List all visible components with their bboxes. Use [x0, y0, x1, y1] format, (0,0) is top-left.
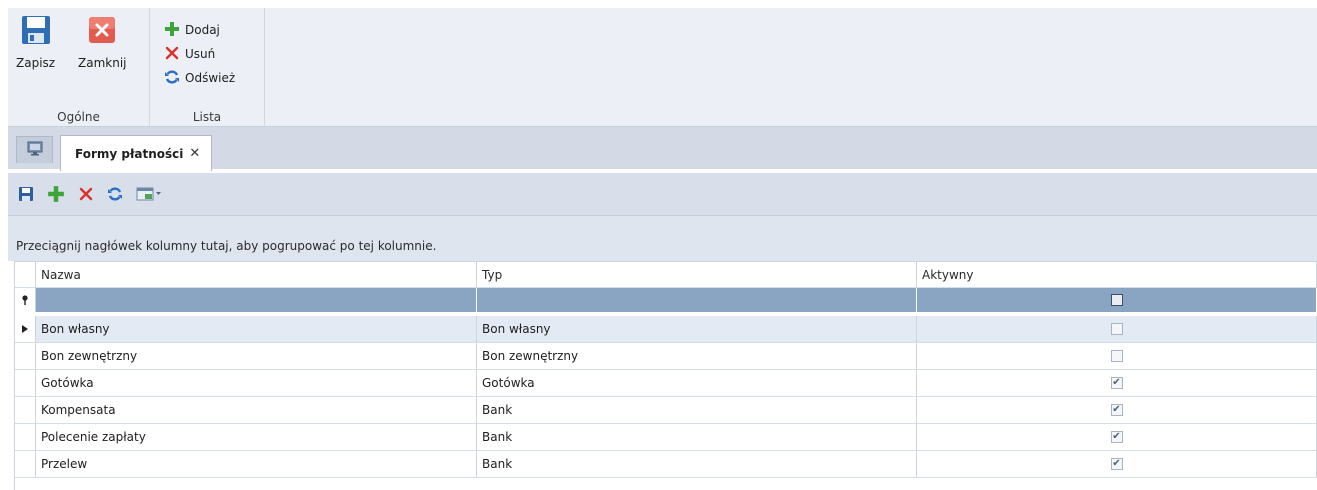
ribbon-group-general: Zapisz Zamknij Ogólne	[8, 8, 149, 127]
tab-home[interactable]	[16, 136, 53, 163]
table-row[interactable]: Przelew Bank	[15, 451, 1317, 478]
cell-typ[interactable]: Bank	[477, 451, 917, 477]
row-pointer-icon	[22, 325, 28, 333]
ribbon-separator	[264, 8, 265, 127]
save-icon[interactable]	[18, 186, 34, 202]
add-icon[interactable]	[47, 185, 65, 203]
cell-typ[interactable]: Bon własny	[477, 316, 917, 342]
ribbon-group-list: Dodaj Usuń Odśwież Lista	[150, 8, 264, 127]
delete-icon[interactable]	[78, 186, 94, 202]
grid-filter-row	[15, 288, 1317, 316]
close-icon	[86, 14, 118, 49]
group-by-panel[interactable]: Przeciągnij nagłówek kolumny tutaj, aby …	[8, 215, 1317, 261]
column-header-nazwa[interactable]: Nazwa	[36, 262, 477, 287]
add-button[interactable]: Dodaj	[164, 20, 220, 40]
cell-nazwa[interactable]: Polecenie zapłaty	[36, 424, 477, 450]
delete-button[interactable]: Usuń	[164, 44, 215, 64]
active-checkbox[interactable]	[1110, 458, 1123, 470]
grid-toolbar	[8, 173, 1317, 215]
cell-nazwa[interactable]: Gotówka	[36, 370, 477, 396]
cell-typ[interactable]: Bank	[477, 424, 917, 450]
grid-body: Bon własny Bon własny Bon zewnętrzny Bon ze…	[15, 316, 1317, 478]
cell-aktywny[interactable]	[917, 451, 1317, 477]
active-checkbox[interactable]	[1110, 377, 1123, 389]
cell-aktywny[interactable]	[917, 424, 1317, 450]
row-indicator[interactable]	[15, 316, 36, 342]
tab-label: Formy płatności	[75, 146, 184, 161]
column-header-typ[interactable]: Typ	[477, 262, 917, 287]
grid-header-row: Nazwa Typ Aktywny	[15, 261, 1317, 288]
table-row[interactable]: Bon zewnętrzny Bon zewnętrzny	[15, 343, 1317, 370]
refresh-label: Odśwież	[185, 71, 236, 85]
table-row[interactable]: Kompensata Bank	[15, 397, 1317, 424]
table-row[interactable]: Polecenie zapłaty Bank	[15, 424, 1317, 451]
active-checkbox[interactable]	[1110, 323, 1123, 335]
delete-label: Usuń	[185, 47, 216, 61]
add-label: Dodaj	[185, 23, 220, 37]
active-checkbox[interactable]	[1110, 404, 1123, 416]
save-button[interactable]: Zapisz	[16, 14, 55, 70]
cell-typ[interactable]: Bank	[477, 397, 917, 423]
filter-nazwa[interactable]	[36, 288, 477, 312]
add-icon	[164, 21, 180, 40]
refresh-button[interactable]: Odśwież	[164, 68, 235, 88]
group-label-list: Lista	[192, 110, 222, 124]
payment-forms-grid: Nazwa Typ Aktywny Bon własny Bon własny Bo…	[15, 261, 1317, 478]
active-checkbox[interactable]	[1110, 350, 1123, 362]
tab-close-icon[interactable]: ✕	[189, 146, 200, 161]
filter-aktywny-checkbox[interactable]	[1110, 294, 1123, 306]
refresh-icon[interactable]	[107, 186, 123, 202]
row-indicator[interactable]	[15, 343, 36, 369]
tab-formy-platnosci[interactable]: Formy płatności ✕	[60, 135, 212, 171]
delete-icon	[164, 45, 180, 64]
column-header-aktywny[interactable]: Aktywny	[917, 262, 1317, 287]
row-indicator[interactable]	[15, 424, 36, 450]
cell-typ[interactable]: Gotówka	[477, 370, 917, 396]
row-indicator[interactable]	[15, 397, 36, 423]
export-icon[interactable]	[136, 186, 162, 202]
table-row[interactable]: Gotówka Gotówka	[15, 370, 1317, 397]
cell-aktywny[interactable]	[917, 370, 1317, 396]
ribbon: Zapisz Zamknij Ogólne Dodaj Usuń Odśwież…	[8, 8, 1317, 127]
save-icon	[20, 14, 52, 49]
cell-nazwa[interactable]: Bon własny	[36, 316, 477, 342]
close-label: Zamknij	[78, 56, 127, 70]
cell-nazwa[interactable]: Kompensata	[36, 397, 477, 423]
refresh-icon	[164, 69, 180, 88]
header-indicator	[15, 262, 36, 287]
cell-aktywny[interactable]	[917, 343, 1317, 369]
cell-aktywny[interactable]	[917, 397, 1317, 423]
group-by-hint: Przeciągnij nagłówek kolumny tutaj, aby …	[16, 239, 437, 253]
filter-pin-icon	[15, 288, 36, 312]
row-indicator[interactable]	[15, 451, 36, 477]
cell-typ[interactable]: Bon zewnętrzny	[477, 343, 917, 369]
close-button[interactable]: Zamknij	[78, 14, 127, 70]
cell-nazwa[interactable]: Bon zewnętrzny	[36, 343, 477, 369]
monitor-icon	[27, 141, 43, 159]
table-row[interactable]: Bon własny Bon własny	[15, 316, 1317, 343]
grid-left-border	[8, 261, 15, 490]
group-label-general: Ogólne	[57, 110, 100, 124]
filter-typ[interactable]	[477, 288, 917, 312]
active-checkbox[interactable]	[1110, 431, 1123, 443]
row-indicator[interactable]	[15, 370, 36, 396]
filter-aktywny[interactable]	[917, 288, 1317, 312]
save-label: Zapisz	[16, 56, 56, 70]
cell-nazwa[interactable]: Przelew	[36, 451, 477, 477]
cell-aktywny[interactable]	[917, 316, 1317, 342]
document-tabstrip: Formy płatności ✕	[8, 127, 1317, 171]
